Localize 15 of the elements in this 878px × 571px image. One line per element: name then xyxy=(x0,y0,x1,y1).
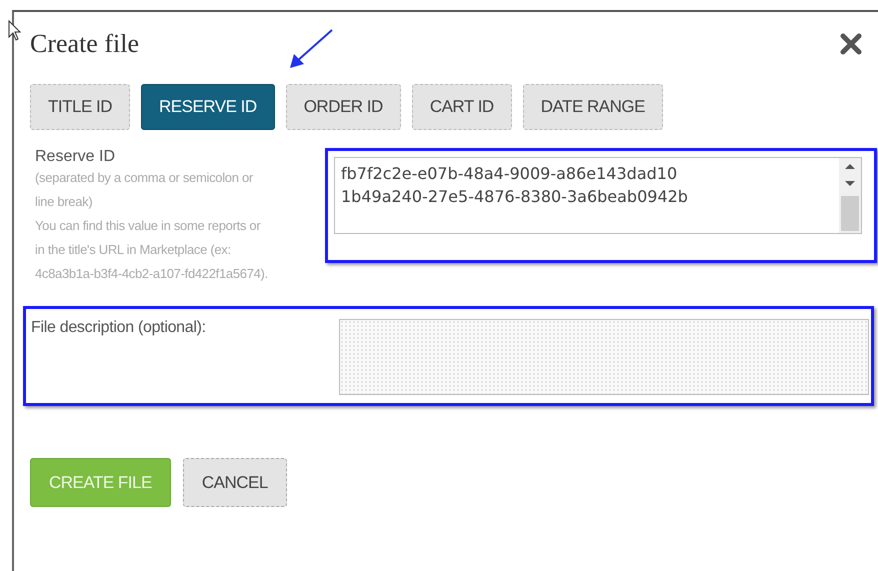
tab[interactable]: DATE RANGE xyxy=(522,84,663,130)
scrollbar-icon xyxy=(839,158,861,233)
description-field[interactable] xyxy=(339,319,869,395)
tab[interactable]: ORDER ID xyxy=(286,84,401,130)
tab[interactable]: CART ID xyxy=(412,84,512,130)
tab[interactable]: RESERVE ID xyxy=(141,84,275,130)
hint-text: You can find this value in some reports or in the title's URL in Marketplace (ex: 4c8a3b1a-b3f4-4cb2-a107-fd422f1a5674). xyxy=(35,217,269,283)
reserve-id-field[interactable]: fb7f2c2e-e07b-48a4-9009-a86e143dad10 1b49a240-27e5-4876-8380-3a6beab0942b xyxy=(334,157,862,234)
field-label: File description (optional): xyxy=(31,319,207,338)
field-label: Reserve ID xyxy=(35,148,116,166)
dialog-title: Create file xyxy=(30,29,139,59)
tab[interactable]: TITLE ID xyxy=(30,84,130,130)
close-icon[interactable] xyxy=(840,33,862,55)
cancel-button[interactable]: CANCEL xyxy=(182,458,287,507)
hint-text: (separated by a comma or semicolon or line break) xyxy=(35,169,254,211)
